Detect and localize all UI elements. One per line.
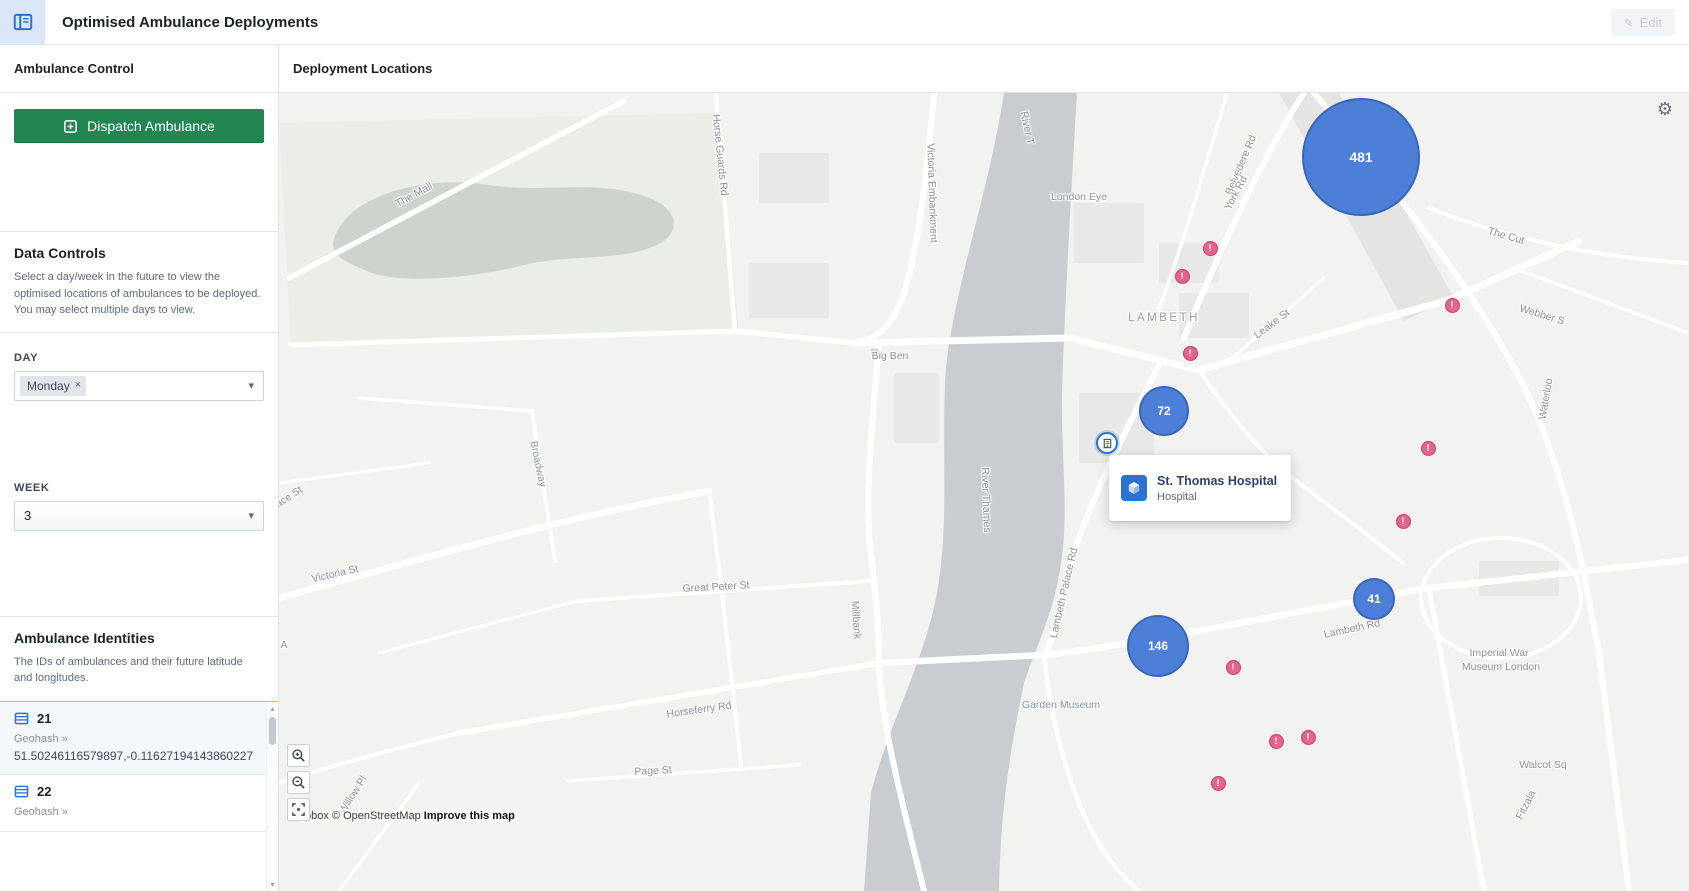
alert-marker[interactable]: ! bbox=[1210, 775, 1226, 791]
app-header: Optimised Ambulance Deployments ✎ Edit bbox=[0, 0, 1689, 45]
hospital-popup[interactable]: St. Thomas Hospital Hospital bbox=[1109, 455, 1291, 521]
scrollbar-thumb[interactable] bbox=[269, 716, 276, 745]
alert-marker[interactable]: ! bbox=[1225, 659, 1241, 675]
day-tag-label: Monday bbox=[27, 378, 70, 393]
page-title: Optimised Ambulance Deployments bbox=[62, 13, 319, 31]
data-controls-description: Select a day/week in the future to view … bbox=[14, 271, 261, 316]
geohash-label: Geohash » bbox=[14, 806, 68, 819]
ambulance-object-icon bbox=[14, 712, 29, 724]
alert-marker[interactable]: ! bbox=[1300, 729, 1316, 745]
chevron-down-icon: ▾ bbox=[248, 510, 254, 522]
chevron-down-icon: ▾ bbox=[248, 380, 254, 392]
magnifier-minus-icon bbox=[292, 776, 305, 789]
ambulance-list-item[interactable]: 22 Geohash » bbox=[0, 775, 266, 833]
map-canvas[interactable]: The Mall Horse Guards Rd Victoria Embankme… bbox=[279, 93, 1689, 891]
edit-button[interactable]: ✎ Edit bbox=[1610, 9, 1675, 36]
map-attribution: pbox © OpenStreetMap Improve this map bbox=[301, 809, 519, 823]
pencil-icon: ✎ bbox=[1623, 15, 1634, 30]
ambulance-list-item[interactable]: 21 Geohash » 51.50246116579897,-0.116271… bbox=[0, 701, 266, 776]
big-ben-marker bbox=[871, 349, 878, 356]
ambulance-cluster-marker[interactable]: 72 bbox=[1139, 386, 1189, 436]
week-field-label: WEEK bbox=[14, 481, 50, 494]
alert-marker[interactable]: ! bbox=[1268, 733, 1284, 749]
square-plus-icon bbox=[64, 119, 78, 133]
week-select[interactable]: 3 ▾ bbox=[14, 500, 264, 531]
main-title: Deployment Locations bbox=[279, 45, 1689, 93]
attribution-text: pbox © OpenStreetMap bbox=[305, 810, 421, 822]
week-select-value: 3 bbox=[24, 508, 32, 523]
sidebar-title: Ambulance Control bbox=[0, 45, 278, 93]
remove-day-icon[interactable]: × bbox=[75, 380, 81, 391]
geohash-value: 51.50246116579897,-0.11627194143860227 bbox=[14, 748, 254, 763]
zoom-out-button[interactable] bbox=[287, 771, 310, 794]
ambulance-cluster-marker[interactable]: 41 bbox=[1353, 578, 1395, 620]
scroll-down-icon[interactable]: ▾ bbox=[270, 878, 274, 891]
improve-map-link[interactable]: Improve this map bbox=[424, 810, 515, 822]
ambulance-id: 22 bbox=[37, 784, 52, 800]
zoom-in-button[interactable] bbox=[287, 744, 310, 767]
popup-subtitle: Hospital bbox=[1157, 491, 1197, 504]
hospital-marker[interactable] bbox=[1096, 432, 1118, 454]
ambulance-id: 21 bbox=[37, 710, 52, 726]
geohash-label: Geohash » bbox=[14, 732, 68, 745]
workshop-panel-icon[interactable] bbox=[0, 0, 45, 45]
dispatch-button-label: Dispatch Ambulance bbox=[87, 118, 215, 134]
fit-bounds-button[interactable] bbox=[287, 798, 310, 821]
edit-button-label: Edit bbox=[1639, 15, 1662, 30]
list-scrollbar[interactable]: ▴ ▾ bbox=[266, 701, 278, 891]
ambulance-identities-description: The IDs of ambulances and their future l… bbox=[14, 655, 243, 685]
dispatch-ambulance-button[interactable]: Dispatch Ambulance bbox=[14, 109, 264, 143]
alert-marker[interactable]: ! bbox=[1444, 297, 1460, 313]
ambulance-cluster-marker[interactable]: 146 bbox=[1127, 615, 1189, 677]
alert-marker[interactable]: ! bbox=[1395, 513, 1411, 529]
panel-icon bbox=[13, 13, 32, 31]
data-controls-title: Data Controls bbox=[14, 245, 106, 261]
day-multiselect[interactable]: Monday × ▾ bbox=[14, 370, 264, 401]
map-base-layer bbox=[279, 93, 1688, 891]
hospital-building-icon bbox=[1103, 438, 1111, 448]
day-field-label: DAY bbox=[14, 351, 39, 364]
magnifier-plus-icon bbox=[292, 749, 305, 762]
alert-marker[interactable]: ! bbox=[1420, 440, 1436, 456]
alert-marker[interactable]: ! bbox=[1202, 240, 1218, 256]
app-window: Optimised Ambulance Deployments ✎ Edit A… bbox=[0, 0, 1689, 891]
object-cube-icon bbox=[1121, 475, 1147, 501]
day-tag-monday: Monday × bbox=[20, 375, 87, 396]
alert-marker[interactable]: ! bbox=[1174, 268, 1190, 284]
scrollbar-track[interactable] bbox=[267, 715, 278, 879]
ambulance-identities-title: Ambulance Identities bbox=[14, 629, 155, 646]
alert-marker[interactable]: ! bbox=[1182, 345, 1198, 361]
ambulance-object-icon bbox=[14, 785, 29, 798]
ambulance-cluster-marker[interactable]: 481 bbox=[1302, 98, 1420, 216]
ambulance-list: 21 Geohash » 51.50246116579897,-0.116271… bbox=[0, 700, 278, 891]
scroll-up-icon[interactable]: ▴ bbox=[270, 702, 274, 715]
deployment-locations-panel: Deployment Locations The Mall Horse Guar… bbox=[279, 45, 1689, 891]
map-settings-gear-icon[interactable]: ⚙ bbox=[1651, 99, 1679, 119]
sidebar-ambulance-control: Ambulance Control Dispatch Ambulance Dat… bbox=[0, 45, 279, 891]
popup-title: St. Thomas Hospital bbox=[1157, 473, 1278, 488]
fit-extent-icon bbox=[292, 803, 305, 816]
